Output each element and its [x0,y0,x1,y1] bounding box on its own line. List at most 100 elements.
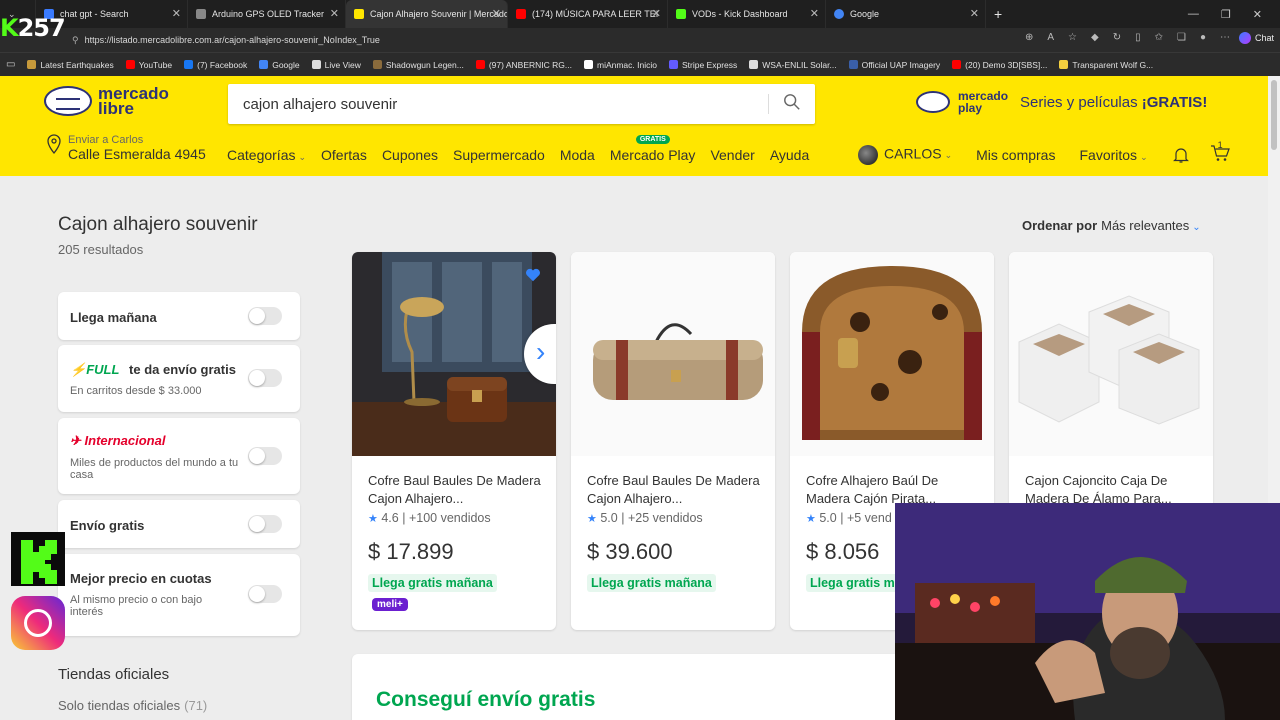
bookmark-favicon-icon [952,60,962,69]
bookmark-item[interactable]: Transparent Wolf G... [1059,60,1153,70]
search-icon[interactable] [783,93,801,111]
close-icon[interactable]: ✕ [172,7,181,20]
toggle-cuotas[interactable] [248,585,282,603]
stream-counter: K257 [0,14,66,42]
extension-icon[interactable]: ◆ [1091,32,1099,43]
close-icon[interactable]: ✕ [970,7,979,20]
favorites-menu[interactable]: Favoritos ⌄ [1079,147,1147,163]
bookmark-item[interactable]: Shadowgun Legen... [372,60,464,70]
refresh-icon[interactable]: ↻ [1113,32,1121,43]
sort-dropdown[interactable]: Ordenar por Más relevantes ⌄ [1022,218,1201,233]
tab-arduino[interactable]: Arduino GPS OLED Tracker ✕ [188,0,346,28]
close-window-icon[interactable]: ✕ [1253,8,1262,21]
copilot-chat-button[interactable]: Chat [1238,32,1274,44]
bookmark-item[interactable]: WSA-ENLIL Solar... [749,60,837,70]
bookmark-item[interactable]: Latest Earthquakes [27,60,114,70]
nav-ofertas[interactable]: Ofertas [321,147,367,163]
nav-moda[interactable]: Moda [560,147,595,163]
favorites-icon[interactable]: ✩ [1155,32,1163,43]
close-icon[interactable]: ✕ [492,7,501,20]
product-title[interactable]: Cofre Baul Baules De Madera Cajon Alhaje… [587,472,762,508]
gratis-badge: GRATIS [635,135,670,144]
bookmark-item[interactable]: (7) Facebook [184,60,247,70]
mercadolibre-logo[interactable]: mercado libre [44,85,169,117]
bell-icon[interactable] [1172,146,1190,164]
bookmark-item[interactable]: Official UAP Imagery [848,60,940,70]
zoom-icon[interactable]: ⊕ [1025,32,1033,43]
search-box[interactable]: cajon alhajero souvenir [228,84,815,124]
tab-kick[interactable]: VODs - Kick Dashboard ✕ [668,0,826,28]
shipping-badge: Llega gratis mañana [587,574,716,592]
meli-plus-badge: meli+ [372,598,408,611]
sidebar-toggle-icon[interactable]: ▭ [6,59,15,70]
product-image[interactable] [1009,252,1213,456]
filter-llega-manana[interactable]: Llega mañana [58,292,300,340]
bookmark-favicon-icon [749,60,759,69]
bookmark-item[interactable]: miAnmac. Inicio [583,60,657,70]
tab-mercadolibre[interactable]: Cajon Alhajero Souvenir | Mercado ✕ [346,0,508,28]
heart-icon[interactable] [524,266,542,284]
nav-ayuda[interactable]: Ayuda [770,147,809,163]
instagram-logo-icon [11,596,65,650]
nav-supermercado[interactable]: Supermercado [453,147,545,163]
filter-internacional[interactable]: ✈ Internacional Miles de productos del m… [58,418,300,494]
bookmark-item[interactable]: Google [259,60,300,70]
profile-icon[interactable]: ● [1200,32,1206,43]
nav-cupones[interactable]: Cupones [382,147,438,163]
product-rating: ★ 5.0 | +5 vend [806,511,892,525]
product-image[interactable] [790,252,994,456]
star-icon[interactable]: ☆ [1068,32,1077,43]
url-field[interactable]: ⚲ https://listado.mercadolibre.com.ar/caj… [60,32,1020,48]
split-screen-icon[interactable]: ▯ [1135,32,1141,43]
maximize-icon[interactable]: ❐ [1221,8,1231,21]
youtube-icon [516,9,526,19]
tab-youtube-music[interactable]: (174) MÚSICA PARA LEER TEI ✕ [508,0,668,28]
product-title[interactable]: Cofre Baul Baules De Madera Cajon Alhaje… [368,472,543,508]
more-icon[interactable]: ⋯ [1220,32,1230,43]
user-menu[interactable]: CARLOS ⌄ [858,144,952,165]
new-tab-button[interactable]: + [986,0,1016,28]
close-icon[interactable]: ✕ [810,7,819,20]
filter-full[interactable]: ⚡FULL te da envío gratis En carritos des… [58,345,300,412]
filter-cuotas[interactable]: Mejor precio en cuotas Al mismo precio o… [58,554,300,636]
scrollbar-thumb[interactable] [1271,80,1277,150]
tiendas-link[interactable]: Solo tiendas oficiales (71) [58,698,207,713]
search-divider [768,94,769,114]
webcam-overlay [895,503,1280,720]
collections-icon[interactable]: ❏ [1177,32,1186,43]
read-aloud-icon[interactable]: A [1047,32,1054,43]
bookmark-favicon-icon [475,60,485,69]
nav-mercado-play[interactable]: GRATIS Mercado Play [610,135,695,163]
avatar [858,144,878,165]
toggle-llega-manana[interactable] [248,307,282,325]
minimize-icon[interactable]: — [1188,8,1199,20]
close-icon[interactable]: ✕ [652,7,661,20]
bookmark-item[interactable]: (97) ANBERNIC RG... [475,60,572,70]
bookmark-item[interactable]: Stripe Express [668,60,737,70]
toggle-internacional[interactable] [248,447,282,465]
search-input[interactable]: cajon alhajero souvenir [243,96,397,113]
product-card[interactable]: Cofre Baul Baules De Madera Cajon Alhaje… [571,252,775,630]
cart-button[interactable]: 1 [1210,140,1230,165]
product-image[interactable] [571,252,775,456]
bookmark-favicon-icon [125,60,135,69]
bookmark-item[interactable]: Live View [311,60,361,70]
mercado-play-banner[interactable]: mercado play Series y películas ¡GRATIS! [916,90,1207,114]
product-card[interactable]: Cofre Baul Baules De Madera Cajon Alhaje… [352,252,556,630]
kick-icon [676,9,686,19]
toggle-envio-gratis[interactable] [248,515,282,533]
bookmark-favicon-icon [184,60,194,69]
nav-categorias[interactable]: Categorías ⌄ [227,147,306,163]
copilot-icon [1238,32,1251,44]
my-purchases-link[interactable]: Mis compras [976,147,1055,163]
toggle-full[interactable] [248,369,282,387]
close-icon[interactable]: ✕ [330,7,339,20]
product-price: $ 39.600 [587,539,673,564]
bookmark-item[interactable]: (20) Demo 3D[SBS]... [952,60,1047,70]
delivery-location[interactable]: Enviar a Carlos Calle Esmeralda 4945 [46,134,206,162]
bookmark-favicon-icon [848,60,858,69]
nav-vender[interactable]: Vender [710,147,754,163]
tab-google[interactable]: Google ✕ [826,0,986,28]
bookmark-item[interactable]: YouTube [125,60,172,70]
filter-envio-gratis[interactable]: Envío gratis [58,500,300,548]
